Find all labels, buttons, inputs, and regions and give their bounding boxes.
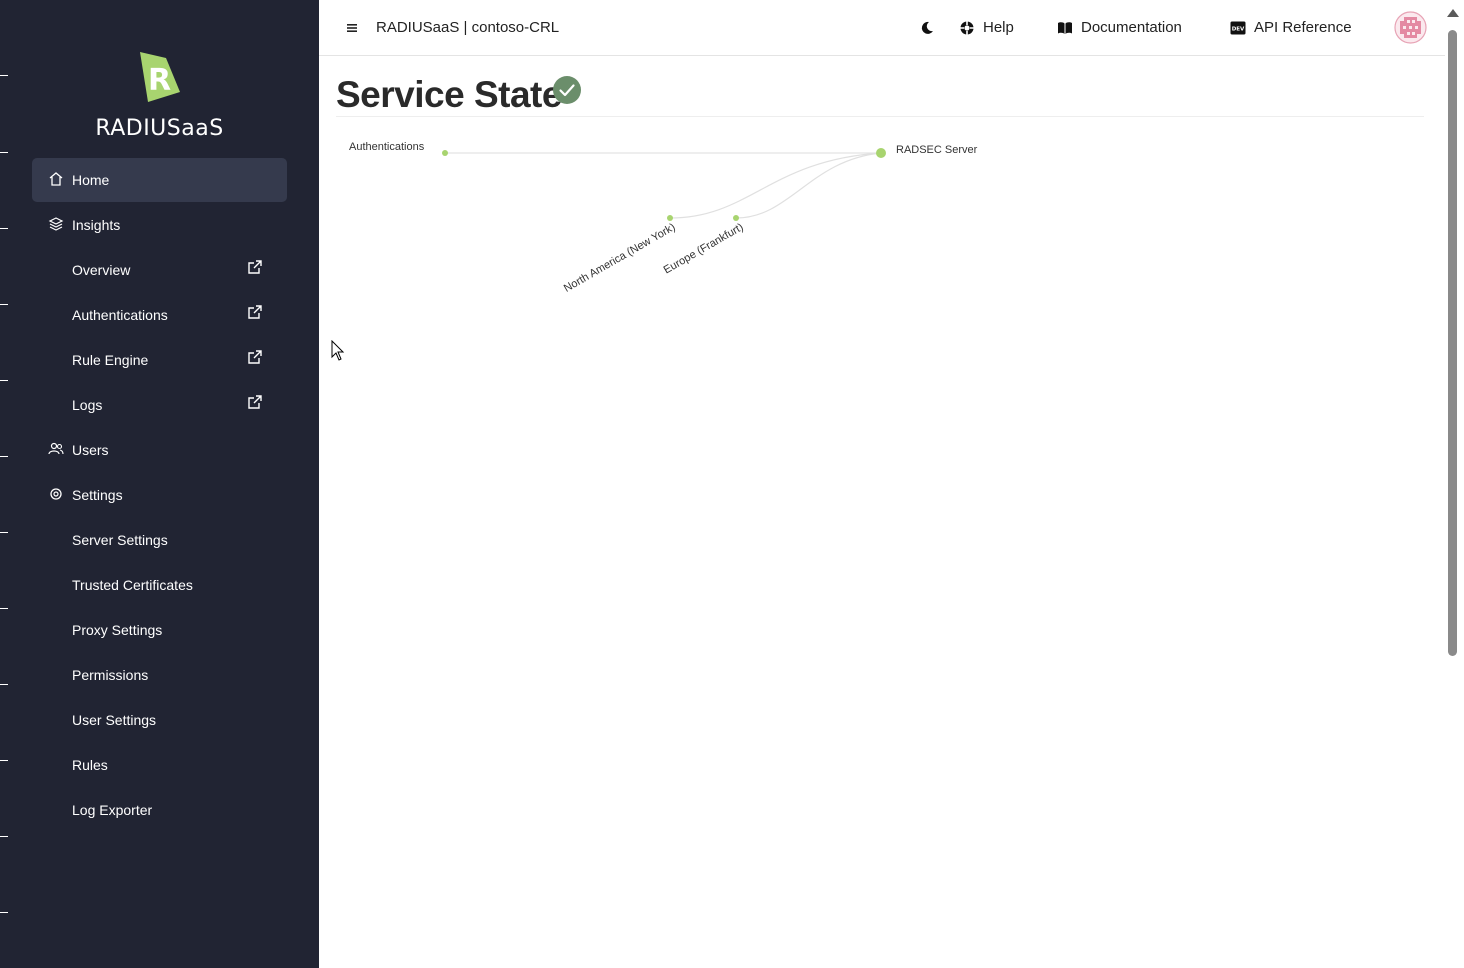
sidebar-item-permissions[interactable]: Permissions <box>32 653 287 697</box>
edge-tick <box>0 228 8 229</box>
edge-tick <box>0 380 8 381</box>
gear-icon <box>50 488 62 500</box>
edge-tick <box>0 608 8 609</box>
scrollbar-thumb[interactable] <box>1448 30 1457 656</box>
edge-tick <box>0 456 8 457</box>
top-bar: RADIUSaaS | contoso-CRL Help Documentati… <box>319 0 1445 56</box>
documentation-label: Documentation <box>1081 19 1182 36</box>
sidebar-item-label: Authentications <box>72 307 168 323</box>
label-north-america: North America (New York) <box>562 221 678 295</box>
edge-tick <box>0 304 8 305</box>
sidebar-item-authentications[interactable]: Authentications <box>32 293 287 337</box>
node-europe[interactable] <box>733 215 739 221</box>
help-link[interactable]: Help <box>959 19 1014 36</box>
sidebar-item-label: Rule Engine <box>72 352 149 368</box>
sidebar-item-label: Home <box>72 172 110 188</box>
mouse-cursor-icon <box>331 340 345 361</box>
sidebar-item-label: Permissions <box>72 667 149 683</box>
layers-icon <box>48 217 64 231</box>
app-title: RADIUSaaS | contoso-CRL <box>376 19 560 36</box>
book-icon <box>1058 21 1072 34</box>
sidebar-item-rule-engine[interactable]: Rule Engine <box>32 338 287 382</box>
external-link-icon <box>248 260 262 274</box>
edge-tick <box>0 836 8 837</box>
api-reference-label: API Reference <box>1254 19 1352 36</box>
brand-name: RADIUSaaS <box>95 116 224 141</box>
help-label: Help <box>983 19 1014 36</box>
svg-text:R: R <box>148 63 171 98</box>
sidebar-item-label: Trusted Certificates <box>72 577 193 593</box>
label-authentications: Authentications <box>349 141 425 153</box>
sidebar-item-server-settings[interactable]: Server Settings <box>32 518 287 562</box>
service-state-diagram: Authentications RADSEC Server North Amer… <box>349 141 978 295</box>
sidebar-item-label: Log Exporter <box>72 802 153 818</box>
dev-badge-icon: DEV <box>1230 21 1246 34</box>
lifebuoy-icon <box>960 21 974 34</box>
sidebar-item-label: Overview <box>72 262 131 278</box>
check-circle-icon <box>553 76 581 104</box>
sidebar-item-label: Rules <box>72 757 108 773</box>
sidebar-item-label: Server Settings <box>72 532 168 548</box>
sidebar-item-proxy-settings[interactable]: Proxy Settings <box>32 608 287 652</box>
radiusaas-logo[interactable]: R <box>140 52 180 102</box>
sidebar-item-log-exporter[interactable]: Log Exporter <box>32 788 287 832</box>
edge-tick <box>0 532 8 533</box>
link-north-america-radsec <box>669 152 882 219</box>
sidebar-item-label: Insights <box>72 217 121 233</box>
sidebar-item-label: Settings <box>72 487 123 503</box>
external-link-icon <box>248 395 262 409</box>
sidebar-item-label: Users <box>72 442 109 458</box>
edge-tick <box>0 75 8 76</box>
sidebar-item-user-settings[interactable]: User Settings <box>32 698 287 742</box>
api-reference-link[interactable]: DEV API Reference <box>1230 19 1352 36</box>
svg-text:DEV: DEV <box>1232 26 1245 32</box>
sidebar-item-insights[interactable]: Insights <box>32 203 287 247</box>
edge-tick <box>0 760 8 761</box>
external-link-icon <box>248 350 262 364</box>
home-icon <box>49 172 63 186</box>
node-authentications[interactable] <box>442 150 448 156</box>
scroll-up-arrow-icon[interactable] <box>1447 9 1459 17</box>
hamburger-menu-icon[interactable] <box>346 22 358 34</box>
sidebar-item-settings[interactable]: Settings <box>32 473 287 517</box>
sidebar-item-trusted-certificates[interactable]: Trusted Certificates <box>32 563 287 607</box>
sidebar: R RADIUSaaS Home Insights Overview Authe… <box>0 0 319 968</box>
sidebar-item-overview[interactable]: Overview <box>32 248 287 292</box>
external-link-icon <box>248 305 262 319</box>
user-avatar-icon[interactable] <box>1394 11 1427 44</box>
title-divider <box>336 116 1424 117</box>
sidebar-item-rules[interactable]: Rules <box>32 743 287 787</box>
edge-tick <box>0 684 8 685</box>
sidebar-item-home[interactable]: Home <box>32 158 287 202</box>
node-radsec-server[interactable] <box>876 148 886 158</box>
moon-icon[interactable] <box>919 20 935 36</box>
sidebar-item-users[interactable]: Users <box>32 428 287 472</box>
sidebar-item-label: Logs <box>72 397 103 413</box>
page-title: Service State <box>336 74 562 115</box>
edge-tick <box>0 912 8 913</box>
users-icon <box>48 442 64 455</box>
documentation-link[interactable]: Documentation <box>1057 19 1182 36</box>
sidebar-item-label: Proxy Settings <box>72 622 163 638</box>
edge-tick <box>0 152 8 153</box>
label-radsec-server: RADSEC Server <box>896 144 978 156</box>
sidebar-item-label: User Settings <box>72 712 157 728</box>
sidebar-item-logs[interactable]: Logs <box>32 383 287 427</box>
node-north-america[interactable] <box>667 215 673 221</box>
link-europe-radsec <box>735 152 882 219</box>
